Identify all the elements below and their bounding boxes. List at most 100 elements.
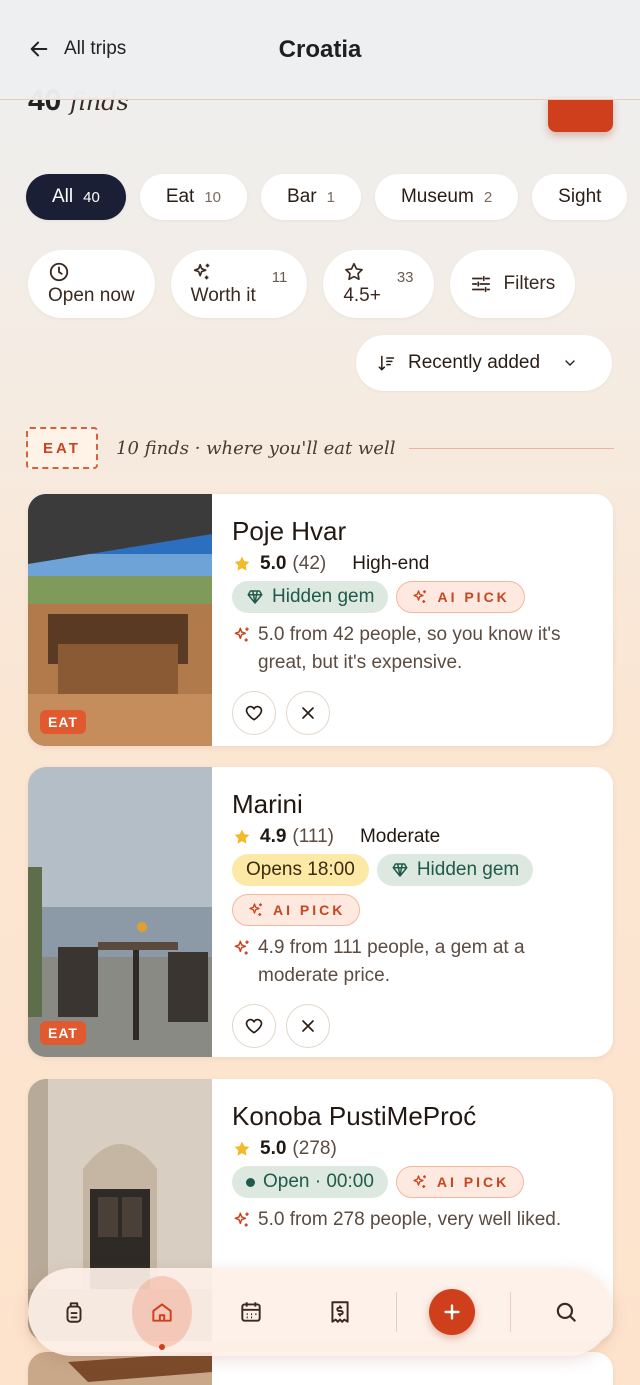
sparkles-icon — [249, 903, 262, 916]
chip-label: All — [52, 186, 74, 207]
chip-eat[interactable]: Eat 10 — [139, 174, 248, 220]
chip-sight[interactable]: Sight — [532, 174, 628, 220]
rating-row: 4.9 (111) Moderate — [232, 826, 601, 848]
filter-rating[interactable]: 4.5+ 33 — [323, 250, 434, 318]
tab-divider — [510, 1292, 511, 1332]
section-tag: EAT — [26, 427, 98, 469]
sparkles-icon — [234, 627, 249, 642]
filter-worth-it[interactable]: Worth it 11 — [170, 250, 308, 318]
chevron-down-icon — [565, 360, 575, 366]
sparkles-icon — [413, 1175, 426, 1188]
badge-label: Opens 18:00 — [246, 859, 355, 880]
badge-label: AI PICK — [273, 902, 346, 918]
price-level: High-end — [352, 553, 430, 574]
tab-expenses[interactable] — [310, 1268, 370, 1356]
badge-label: Open · 00:00 — [263, 1171, 374, 1192]
chip-count: 2 — [483, 188, 493, 206]
calendar-icon — [241, 1302, 261, 1322]
review-count: (42) — [292, 553, 327, 574]
receipt-icon — [331, 1301, 349, 1323]
ai-summary: 5.0 from 278 people, very well liked. — [232, 1206, 601, 1234]
add-find-button[interactable] — [548, 96, 613, 132]
heart-icon — [245, 705, 263, 721]
filter-count: 33 — [396, 268, 414, 286]
sort-dropdown[interactable]: Recently added — [356, 335, 612, 391]
badge-label: Hidden gem — [416, 859, 520, 880]
place-photo — [28, 767, 212, 1057]
sort-label: Recently added — [408, 352, 541, 373]
star-icon — [234, 1141, 250, 1156]
dismiss-button[interactable] — [286, 691, 330, 735]
ai-pick-badge: AI PICK — [396, 581, 525, 613]
filter-count: 11 — [271, 268, 288, 286]
tab-search[interactable] — [536, 1268, 596, 1356]
badge-label: AI PICK — [436, 1174, 510, 1190]
ai-summary: 5.0 from 42 people, so you know it's gre… — [232, 621, 601, 677]
chip-bar[interactable]: Bar 1 — [261, 174, 361, 220]
chip-museum[interactable]: Museum 2 — [374, 174, 519, 220]
ai-pick-badge: AI PICK — [232, 894, 361, 926]
review-count: (111) — [292, 826, 334, 847]
badge-label: AI PICK — [437, 589, 510, 605]
badge-label: Hidden gem — [272, 586, 375, 607]
heart-icon — [245, 1018, 263, 1034]
filter-open-now[interactable]: Open now — [28, 250, 155, 318]
rating-row: 5.0 (42) High-end — [232, 553, 601, 575]
place-photo — [28, 494, 212, 746]
luggage-icon — [66, 1302, 82, 1323]
tab-divider — [396, 1292, 397, 1332]
tab-calendar[interactable] — [221, 1268, 281, 1356]
tab-luggage[interactable] — [44, 1268, 104, 1356]
dismiss-button[interactable] — [286, 1004, 330, 1048]
page-title: Croatia — [278, 36, 362, 63]
save-button[interactable] — [232, 1004, 276, 1048]
chip-label: Museum — [400, 186, 474, 207]
filters-label: Filters — [503, 273, 556, 294]
star-outline-icon — [345, 262, 364, 281]
category-badge: EAT — [40, 710, 86, 734]
chip-all[interactable]: All 40 — [26, 174, 126, 220]
star-icon — [234, 556, 250, 571]
section-divider — [409, 447, 614, 449]
clock-icon — [49, 262, 69, 282]
sparkles-icon — [413, 590, 427, 603]
filter-label: Open now — [48, 285, 135, 306]
ai-pick-badge: AI PICK — [395, 1166, 525, 1198]
filter-chips: Open now Worth it 11 4.5+ 33 Filters — [28, 250, 576, 318]
plus-icon — [444, 1304, 460, 1320]
save-button[interactable] — [232, 691, 276, 735]
summary-text: 5.0 from 278 people, very well liked. — [258, 1209, 562, 1230]
section-header-eat: EAT 10 finds · where you'll eat well — [26, 426, 614, 470]
chip-count: 40 — [83, 188, 100, 206]
close-icon — [302, 707, 314, 719]
tab-add[interactable] — [422, 1268, 482, 1356]
place-card[interactable] — [28, 1352, 613, 1385]
rating-row: 5.0 (278) — [232, 1138, 601, 1160]
sparkles-icon — [193, 263, 209, 280]
tab-home[interactable] — [132, 1268, 192, 1356]
diamond-icon — [392, 863, 408, 877]
place-card[interactable]: EAT Marini 4.9 (111) Moderate Opens 18:0… — [28, 767, 613, 1057]
rating-value: 5.0 — [260, 1138, 287, 1159]
close-icon — [302, 1020, 314, 1032]
rating-value: 5.0 — [260, 553, 287, 574]
opening-time-badge: Opens 18:00 — [232, 854, 369, 886]
section-description: 10 finds · where you'll eat well — [116, 437, 396, 459]
top-bar: All trips Croatia — [0, 0, 640, 100]
hidden-gem-badge: Hidden gem — [376, 854, 534, 886]
summary-text: 4.9 from 111 people, a gem at a moderate… — [258, 937, 525, 986]
sliders-icon — [471, 275, 490, 293]
place-name: Konoba PustiMeProć — [232, 1101, 477, 1131]
summary-text: 5.0 from 42 people, so you know it's gre… — [258, 624, 561, 673]
price-level: Moderate — [359, 826, 441, 847]
place-photo — [28, 1352, 212, 1385]
status-dot — [246, 1177, 255, 1187]
chip-label: Sight — [558, 186, 602, 207]
open-status-badge: Open · 00:00 — [232, 1166, 388, 1198]
diamond-icon — [247, 590, 263, 604]
filter-label: 4.5+ — [343, 285, 381, 306]
hidden-gem-badge: Hidden gem — [232, 581, 389, 613]
ai-summary: 4.9 from 111 people, a gem at a moderate… — [232, 934, 601, 990]
place-card[interactable]: EAT Poje Hvar 5.0 (42) High-end Hidden g… — [28, 494, 613, 746]
filters-button[interactable]: Filters — [449, 250, 576, 318]
